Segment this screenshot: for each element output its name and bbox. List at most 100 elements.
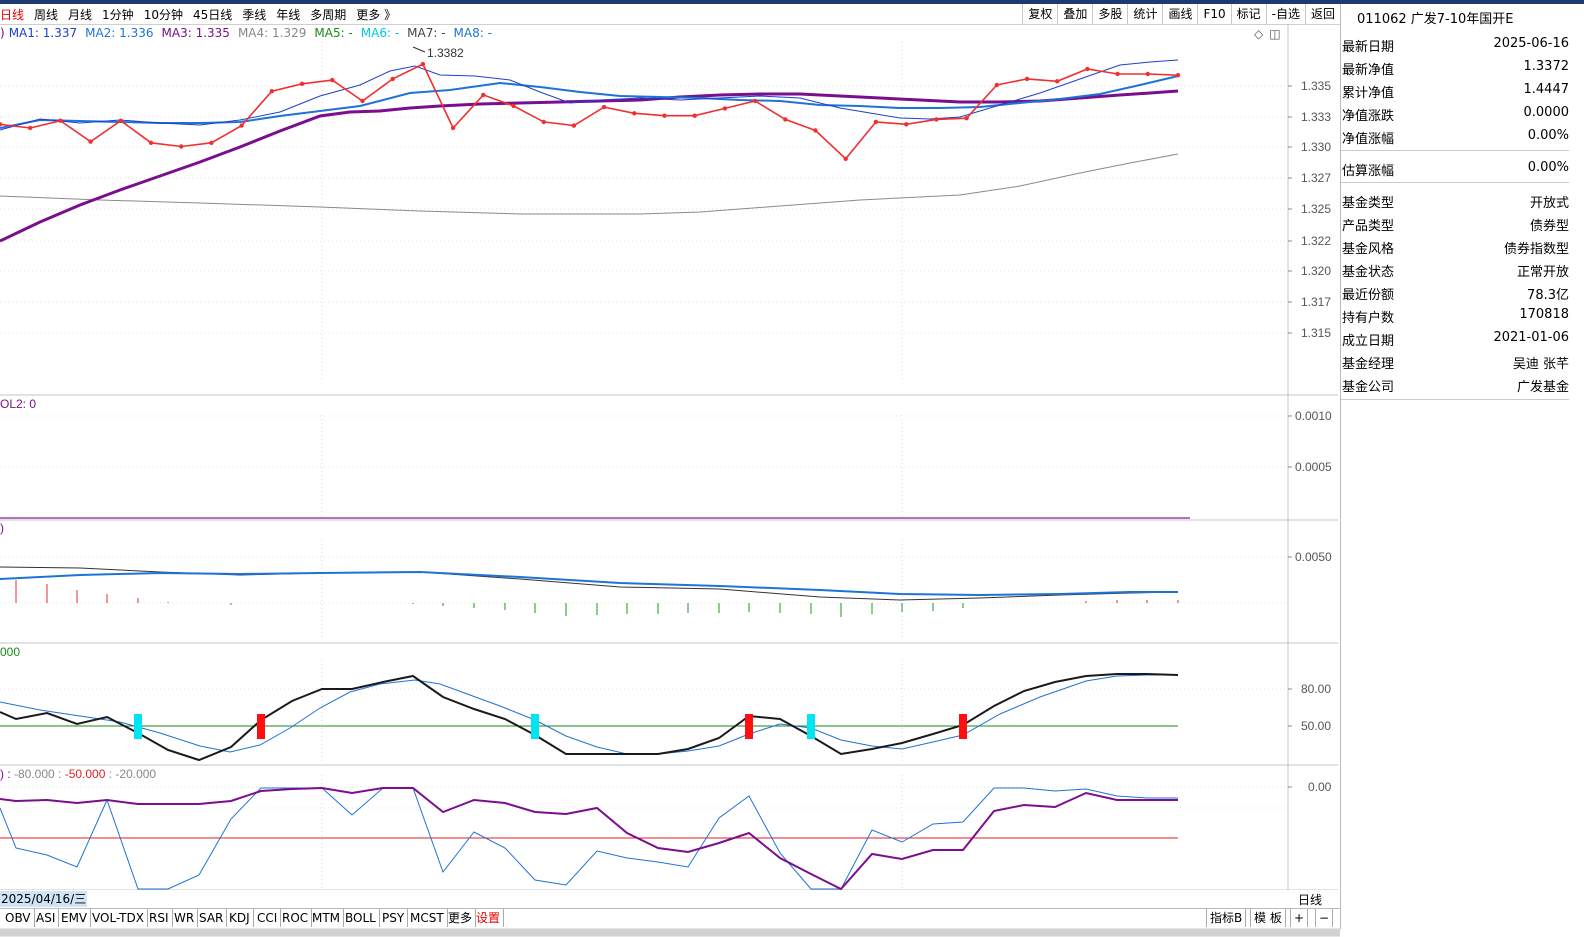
nav-point [1024, 76, 1030, 82]
info-value: 0.00% [1527, 160, 1569, 175]
nav-point [571, 123, 577, 128]
indicator-tab-15[interactable]: 设置 [473, 909, 505, 927]
price-axis-label-5: 1.322 [1301, 234, 1331, 248]
nav-line [0, 63, 1179, 160]
info-row: 基金状态 正常开放 [1341, 259, 1569, 280]
indicator-tab-13[interactable]: MCST [407, 909, 448, 927]
chart-area: 1.335 1.333 1.330 1.327 1.325 1.322 1.320 1.317… [0, 24, 1338, 890]
price-axis-label-6: 1.320 [1301, 264, 1331, 278]
nav-point [299, 81, 305, 87]
kdj-axis-2: 50.00 [1301, 719, 1331, 733]
info-key: 最新净值 [1342, 63, 1395, 78]
info-value: 2025-06-16 [1493, 36, 1569, 51]
info-key: 基金类型 [1342, 196, 1395, 211]
info-key: 基金风格 [1342, 242, 1395, 257]
nav-point [873, 119, 879, 125]
indicator-tab-3[interactable]: VOL-TDX [89, 909, 148, 927]
nav-point [1175, 73, 1181, 78]
nav-point [752, 98, 758, 104]
wr-label: ) : -80.000 : -50.000 : -20.000 [0, 767, 156, 781]
nav-point [783, 117, 788, 122]
info-value: 吴迪 张芊 [1512, 357, 1569, 372]
macd-dea [0, 570, 1178, 597]
info-row: 最近份额 78.3亿 [1341, 282, 1569, 303]
nav-point [722, 106, 728, 111]
nav-point [813, 128, 818, 133]
nav-point [0, 122, 3, 127]
info-value: 0.0000 [1523, 105, 1570, 120]
vol-axis-1: 0.0010 [1295, 409, 1332, 423]
indicator-tab-7[interactable]: KDJ [226, 909, 254, 927]
price-axis-label-1: 1.333 [1301, 110, 1331, 124]
info-row: 成立日期 2021-01-06 [1341, 328, 1569, 349]
info-row: 基金经理 吴迪 张芊 [1341, 351, 1569, 372]
indicator-tab-4[interactable]: RSI [146, 909, 173, 927]
info-key: 净值涨幅 [1342, 132, 1395, 147]
info-key: 最近份额 [1342, 288, 1395, 303]
nav-point [1115, 71, 1120, 77]
ma4-line [0, 153, 1179, 215]
macd-label: ) [0, 521, 4, 535]
nav-point [662, 113, 667, 118]
nav-point [148, 140, 154, 145]
info-value: 0.00% [1527, 128, 1569, 143]
indicator-tab-14[interactable]: 更多 [445, 909, 477, 927]
indicator-tab-2[interactable]: EMV [58, 909, 92, 927]
kdj-k [0, 673, 1179, 762]
fund-info-panel: 011062 广发7-10年国开E 最新日期 2025-06-16 最新净值 1.33… [1340, 4, 1584, 929]
info-value: 78.3亿 [1527, 288, 1569, 303]
info-key: 基金状态 [1342, 265, 1395, 280]
info-key: 成立日期 [1342, 334, 1395, 349]
nav-point [269, 89, 274, 94]
separator [1341, 182, 1569, 183]
scroll-thumb[interactable] [0, 929, 1340, 936]
indicator-tab-9[interactable]: ROC [279, 909, 313, 927]
indicator-tab-10[interactable]: MTM [309, 909, 345, 927]
info-value: 1.3372 [1523, 59, 1570, 74]
indicator-tab-8[interactable]: CCI [254, 909, 282, 927]
ma1-line [0, 59, 1179, 131]
info-key: 基金经理 [1342, 357, 1395, 372]
info-key: 基金公司 [1342, 380, 1395, 395]
nav-point [692, 113, 697, 118]
bottom-control-0[interactable]: 指标B [1206, 909, 1247, 927]
kdj-d [0, 674, 1178, 755]
peak-label: 1.3382 [427, 46, 464, 60]
price-axis-label-2: 1.330 [1301, 140, 1331, 154]
info-value: 2021-01-06 [1493, 330, 1569, 345]
indicator-tabs: OBV ASI EMV VOL-TDX RSI WR SAR KDJ CCI ROC MTM BOLL… [0, 908, 1340, 927]
indicator-tab-12[interactable]: PSY [379, 909, 409, 927]
bottom-control-2[interactable]: + [1290, 909, 1309, 927]
info-value: 正常开放 [1516, 265, 1569, 280]
bottom-control-3[interactable]: − [1315, 909, 1334, 927]
info-row: 基金公司 广发基金 [1341, 374, 1569, 395]
vol-axis-2: 0.0005 [1295, 460, 1332, 474]
info-row: 产品类型 债券型 [1341, 213, 1569, 234]
period-button[interactable]: 日线 [1298, 891, 1322, 908]
ma3-line [0, 89, 1179, 243]
info-key: 净值涨跌 [1342, 109, 1395, 124]
nav-point [118, 118, 124, 123]
info-value: 开放式 [1529, 196, 1569, 211]
indicator-tab-6[interactable]: SAR [196, 909, 228, 927]
info-key: 产品类型 [1342, 219, 1395, 234]
nav-point [1145, 71, 1151, 77]
nav-point [964, 116, 969, 121]
indicator-tab-0[interactable]: OBV [2, 909, 35, 927]
indicator-tab-11[interactable]: BOLL [342, 909, 380, 927]
info-value: 债券指数型 [1503, 242, 1569, 257]
price-axis-label-0: 1.335 [1301, 79, 1331, 93]
info-row: 最新净值 1.3372 [1341, 57, 1570, 78]
indicator-tab-1[interactable]: ASI [33, 909, 60, 927]
horizontal-scrollbar[interactable] [0, 928, 1340, 937]
bottom-control-1[interactable]: 模 板 [1250, 909, 1286, 927]
nav-point [843, 156, 848, 161]
separator [1341, 399, 1569, 400]
cursor-date: 2025/04/16/三 [0, 891, 88, 907]
indicator-tab-5[interactable]: WR [171, 909, 199, 927]
nav-point [1085, 66, 1090, 72]
info-row: 最新日期 2025-06-16 [1341, 34, 1569, 55]
nav-point [511, 103, 516, 109]
nav-point [239, 123, 244, 128]
info-row: 净值涨跌 0.0000 [1341, 103, 1570, 124]
